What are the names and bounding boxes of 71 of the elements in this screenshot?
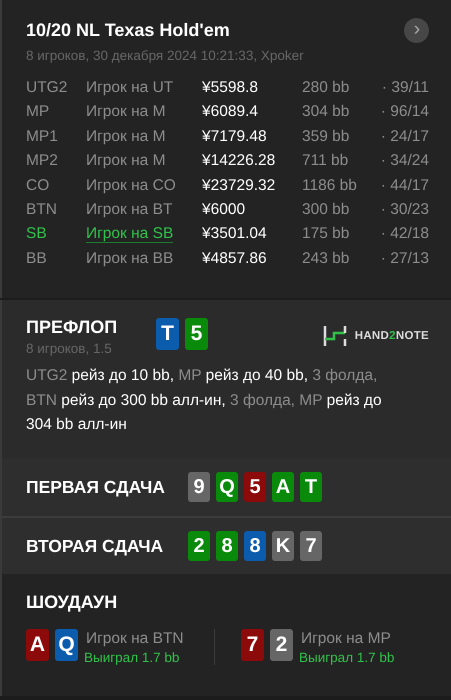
section-subtitle: 8 игроков, 1.5 bbox=[26, 341, 113, 356]
position-label: BB bbox=[26, 248, 48, 269]
stack-amount: ¥5598.8 bbox=[202, 78, 260, 98]
playing-card: A bbox=[272, 472, 294, 502]
position-label: UTG2 bbox=[26, 78, 68, 98]
playing-card: 9 bbox=[188, 472, 210, 502]
game-title: 10/20 NL Texas Hold'em bbox=[26, 20, 230, 41]
position-label: SB bbox=[26, 224, 48, 244]
playing-card: A bbox=[26, 629, 49, 661]
stack-amount: ¥6000 bbox=[202, 200, 246, 220]
position-label: CO bbox=[26, 176, 50, 196]
player-stats: · 34/24 bbox=[380, 152, 429, 170]
stack-bb: 300 bb bbox=[302, 200, 350, 220]
stack-bb: 711 bb bbox=[302, 151, 350, 172]
player-name[interactable]: Игрок на CO bbox=[86, 176, 176, 194]
player-stats: · 30/23 bbox=[380, 200, 429, 218]
player-stats: · 27/13 bbox=[380, 250, 429, 267]
playing-card: 5 bbox=[185, 318, 208, 350]
player-stats: · 24/17 bbox=[380, 128, 429, 145]
stack-bb: 304 bb bbox=[302, 102, 350, 122]
player-name[interactable]: Игрок на UT bbox=[86, 79, 174, 96]
stack-bb: 359 bb bbox=[302, 126, 350, 147]
board-title: ПЕРВАЯ СДАЧА bbox=[26, 476, 166, 498]
section-title: ПРЕФЛОП bbox=[26, 317, 118, 338]
player-stats: · 96/14 bbox=[380, 103, 429, 120]
position-label: BTN bbox=[26, 200, 58, 220]
player-stats: · 42/18 bbox=[380, 225, 429, 242]
section-title: ШОУДАУН bbox=[26, 592, 118, 613]
game-info: 8 игроков, 30 декабря 2024 10:21:33, Xpoker bbox=[26, 48, 305, 63]
playing-card: K bbox=[272, 531, 294, 561]
next-button[interactable]: › bbox=[404, 18, 429, 43]
stack-bb: 1186 bb bbox=[302, 176, 358, 196]
board-title: ВТОРАЯ СДАЧА bbox=[26, 536, 164, 556]
position-label: MP2 bbox=[26, 151, 59, 172]
playing-card: 7 bbox=[300, 531, 322, 561]
playing-card: 2 bbox=[270, 629, 293, 661]
player-name[interactable]: Игрок на M bbox=[86, 103, 166, 120]
stack-bb: 175 bb bbox=[302, 224, 350, 244]
logo-icon bbox=[322, 325, 347, 347]
stack-amount: ¥6089.4 bbox=[202, 102, 260, 122]
player-stats: · 44/17 bbox=[380, 176, 429, 194]
playing-card: 5 bbox=[244, 472, 266, 502]
player-stats: · 39/11 bbox=[382, 79, 429, 96]
logo-text: HAND2NOTE bbox=[354, 330, 429, 342]
playing-card: 7 bbox=[241, 629, 264, 661]
preflop-actions: UTG2 рейз до 10 bb, MP рейз до 40 bb, 3 фолда, BTN рейз до 300 bb алл-ин, 3 фолда, MP рейз до 304 bb алл-ин bbox=[26, 366, 383, 435]
playing-card: Q bbox=[216, 472, 238, 502]
playing-card: T bbox=[300, 472, 322, 502]
position-label: MP1 bbox=[26, 126, 59, 147]
playing-card: T bbox=[156, 318, 179, 350]
playing-card: Q bbox=[55, 629, 78, 661]
player-name[interactable]: Игрок на BB bbox=[86, 250, 174, 267]
player-name[interactable]: Игрок на M bbox=[86, 128, 166, 145]
stack-amount: ¥14226.28 bbox=[202, 151, 276, 172]
player-name[interactable]: Игрок на SB bbox=[86, 225, 174, 244]
player-name[interactable]: Игрок на M bbox=[86, 152, 166, 170]
player-name: Игрок на MP bbox=[301, 629, 392, 649]
stack-amount: ¥4857.86 bbox=[202, 248, 268, 269]
stack-bb: 280 bb bbox=[302, 78, 350, 98]
player-name[interactable]: Игрок на BT bbox=[86, 200, 172, 218]
stack-amount: ¥23729.32 bbox=[202, 176, 276, 196]
stack-amount: ¥3501.04 bbox=[202, 224, 268, 244]
stack-bb: 243 bb bbox=[302, 248, 350, 269]
playing-card: 2 bbox=[188, 531, 210, 561]
playing-card: 8 bbox=[216, 531, 238, 561]
win-amount: Выиграл 1.7 bb bbox=[299, 650, 394, 665]
win-amount: Выиграл 1.7 bb bbox=[84, 650, 180, 665]
playing-card: 8 bbox=[244, 531, 266, 561]
player-name: Игрок на BTN bbox=[86, 629, 184, 649]
stack-amount: ¥7179.48 bbox=[202, 126, 268, 147]
position-label: MP bbox=[26, 102, 50, 122]
